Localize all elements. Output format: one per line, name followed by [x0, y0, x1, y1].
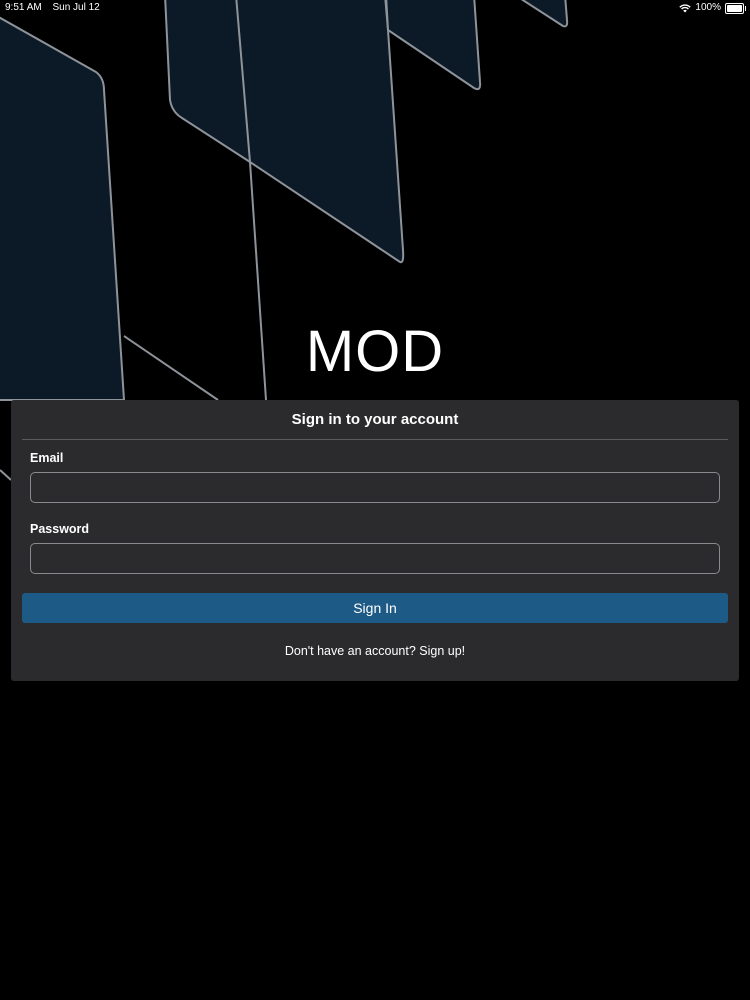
battery-icon: [725, 2, 746, 14]
wifi-icon: [679, 3, 692, 12]
background-panel: [164, 0, 251, 163]
app-logo-title: MOD: [305, 319, 445, 384]
password-field-group: Password: [30, 522, 720, 574]
sign-in-title: Sign in to your account: [22, 400, 728, 440]
sign-up-link[interactable]: Don't have an account? Sign up!: [11, 644, 739, 658]
background-panel: [235, 0, 405, 264]
background-line: [0, 469, 12, 481]
login-screen: 9:51 AM Sun Jul 12 100% MOD Sign in to y…: [0, 0, 750, 1000]
password-input[interactable]: [30, 543, 720, 574]
status-bar: 9:51 AM Sun Jul 12 100%: [0, 0, 750, 16]
battery-percent: 100%: [695, 2, 721, 13]
status-date: Sun Jul 12: [52, 2, 100, 13]
status-left: 9:51 AM Sun Jul 12: [5, 1, 108, 15]
sign-in-button[interactable]: Sign In: [22, 593, 728, 623]
status-right: 100%: [679, 1, 746, 15]
email-field-group: Email: [30, 451, 720, 503]
password-label: Password: [30, 522, 90, 536]
email-label: Email: [30, 451, 64, 465]
status-time: 9:51 AM: [5, 2, 42, 13]
email-input[interactable]: [30, 472, 720, 503]
battery-level: [727, 4, 742, 12]
sign-in-card: Sign in to your account Email Password S…: [11, 400, 739, 681]
